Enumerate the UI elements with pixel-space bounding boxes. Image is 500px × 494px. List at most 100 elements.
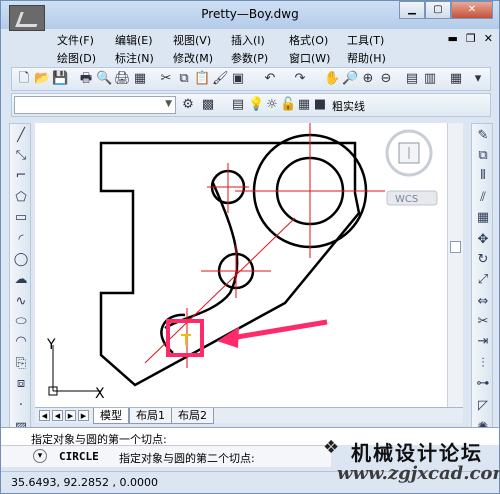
prev-tab-button[interactable]: ◀ [52, 410, 63, 421]
construction-line-icon[interactable]: ⤡ [13, 148, 29, 164]
join-icon[interactable]: ⊶ [475, 376, 491, 392]
linetype-label[interactable]: 粗实线 [332, 98, 365, 114]
menu-help[interactable]: 帮助(H) [347, 50, 386, 66]
doc-restore-button[interactable]: ❐ [466, 32, 476, 45]
open-file-icon[interactable]: 📂 [34, 71, 50, 87]
extend-icon[interactable]: ⇥ [475, 334, 491, 350]
properties-icon[interactable]: ▤ [404, 71, 420, 87]
print-preview-icon[interactable]: 🔍 [96, 71, 112, 87]
first-tab-button[interactable]: ◀ [39, 410, 50, 421]
zoom-window-icon[interactable]: ⊕ [360, 71, 376, 87]
workspace-dropdown[interactable]: ▼ [14, 96, 176, 114]
offset-icon[interactable]: ⫽ [475, 190, 491, 206]
minimize-button[interactable]: ▁ [399, 1, 425, 19]
redo-icon[interactable]: ↷ [292, 71, 308, 87]
ellipse-arc-icon[interactable]: ◠ [13, 334, 29, 350]
revision-cloud-icon[interactable]: ☁ [13, 272, 29, 288]
copy-icon[interactable]: ⧉ [176, 71, 192, 87]
polyline-icon[interactable]: ⌐ [13, 168, 29, 184]
drawing-canvas[interactable]: Y X WCS [35, 123, 447, 407]
last-tab-button[interactable]: ▶ [78, 410, 89, 421]
calculator-icon[interactable]: ▦ [448, 71, 464, 87]
spline-icon[interactable]: ∿ [13, 294, 29, 310]
zoom-realtime-icon[interactable]: 🔎 [342, 71, 358, 87]
match-properties-icon[interactable]: 🖌 [212, 71, 229, 87]
pan-icon[interactable]: ✋ [324, 71, 340, 87]
maximize-button[interactable]: ▢ [425, 1, 451, 19]
point-icon[interactable]: · [13, 398, 29, 414]
block-editor-icon[interactable]: ▣ [230, 71, 246, 87]
command-options-icon[interactable]: ▾ [33, 449, 47, 463]
array-icon[interactable]: ▦ [475, 210, 491, 226]
copy-object-icon[interactable]: ⧉ [475, 148, 491, 164]
ucs-icon [48, 345, 101, 396]
lock-icon[interactable]: 🔓 [280, 97, 296, 113]
menu-view[interactable]: 视图(V) [173, 32, 211, 48]
ellipse-icon[interactable]: ⬭ [13, 314, 29, 330]
move-icon[interactable]: ✥ [475, 232, 491, 248]
workspace-settings-icon[interactable]: ⚙ [180, 97, 196, 113]
menu-file[interactable]: 文件(F) [57, 32, 94, 48]
trim-icon[interactable]: ✂ [475, 314, 491, 330]
window-controls: ▁ ▢ ✕ [399, 1, 493, 19]
toolbar-options-icon[interactable]: ▾ [470, 71, 486, 87]
paste-icon[interactable]: 📋 [194, 71, 210, 87]
cut-icon[interactable]: ✂ [158, 71, 174, 87]
erase-icon[interactable]: ✎ [475, 128, 491, 144]
polygon-icon[interactable]: ⬠ [13, 190, 29, 206]
menu-bar-row2: 绘图(D) 标注(N) 修改(M) 参数(P) 窗口(W) 帮助(H) [45, 48, 499, 66]
layer-manager-icon[interactable]: ▤ [230, 97, 246, 113]
undo-icon[interactable]: ↶ [262, 71, 278, 87]
layer-settings-icon[interactable]: ▦ [296, 97, 312, 113]
vertical-scrollbar[interactable] [447, 123, 463, 407]
scale-icon[interactable]: ⤢ [475, 272, 491, 288]
drawing-svg[interactable]: Y X WCS [35, 123, 447, 407]
command-line[interactable]: ▾ CIRCLE 指定对象与圆的第二个切点: [1, 445, 331, 467]
part-outline[interactable] [99, 141, 361, 387]
save-icon[interactable]: 💾 [52, 71, 68, 87]
view-cube[interactable] [385, 129, 433, 177]
chamfer-icon[interactable]: ◸ [475, 398, 491, 414]
scrollbar-thumb[interactable] [450, 241, 461, 253]
chevron-down-icon: ▼ [165, 99, 172, 109]
menu-window[interactable]: 窗口(W) [289, 50, 330, 66]
insert-block-icon[interactable]: ⎘ [13, 356, 29, 372]
rectangle-icon[interactable]: ▭ [13, 210, 29, 226]
doc-minimize-button[interactable]: ▬ [448, 32, 458, 45]
menu-parameter[interactable]: 参数(P) [231, 50, 268, 66]
close-button[interactable]: ✕ [451, 1, 493, 19]
design-center-icon[interactable]: ▥ [422, 71, 438, 87]
line-icon[interactable]: ╱ [13, 128, 29, 144]
tab-layout2[interactable]: 布局2 [171, 408, 214, 424]
bulb-icon[interactable]: 💡 [248, 97, 264, 113]
zoom-previous-icon[interactable]: ⊖ [378, 71, 394, 87]
new-file-icon[interactable]: 🗋 [16, 71, 32, 87]
menu-tools[interactable]: 工具(T) [347, 32, 384, 48]
arc-icon[interactable]: ◜ [13, 232, 29, 248]
menu-edit[interactable]: 编辑(E) [115, 32, 153, 48]
tab-layout1[interactable]: 布局1 [129, 408, 172, 424]
menu-draw[interactable]: 绘图(D) [57, 50, 96, 66]
mirror-icon[interactable]: ⫴ [475, 168, 491, 184]
circle-icon[interactable]: ◯ [13, 252, 29, 268]
break-icon[interactable]: ⫶ [475, 356, 491, 372]
upper-lug-arc[interactable] [164, 182, 239, 330]
rotate-icon[interactable]: ↻ [475, 252, 491, 268]
tangent-marker-icon [181, 334, 191, 345]
menu-dimension[interactable]: 标注(N) [115, 50, 154, 66]
customize-icon[interactable]: ▩ [200, 97, 216, 113]
menu-modify[interactable]: 修改(M) [173, 50, 213, 66]
menu-insert[interactable]: 插入(I) [231, 32, 265, 48]
tab-model[interactable]: 模型 [93, 408, 129, 424]
3d-dwf-icon[interactable]: ▦ [132, 71, 148, 87]
next-tab-button[interactable]: ▶ [65, 410, 76, 421]
make-block-icon[interactable]: ⧈ [13, 376, 29, 392]
title-bar: Pretty—Boy.dwg ▁ ▢ ✕ [1, 1, 499, 31]
publish-icon[interactable]: 🖨 [114, 71, 131, 87]
print-icon[interactable]: 🖶 [78, 71, 94, 87]
menu-format[interactable]: 格式(O) [289, 32, 328, 48]
sun-icon[interactable]: ☼ [264, 97, 280, 113]
coordinate-readout[interactable]: 35.6493, 92.2852 , 0.0000 [11, 476, 158, 489]
stretch-icon[interactable]: ⇔ [475, 294, 491, 310]
doc-close-button[interactable]: ✕ [484, 32, 493, 45]
